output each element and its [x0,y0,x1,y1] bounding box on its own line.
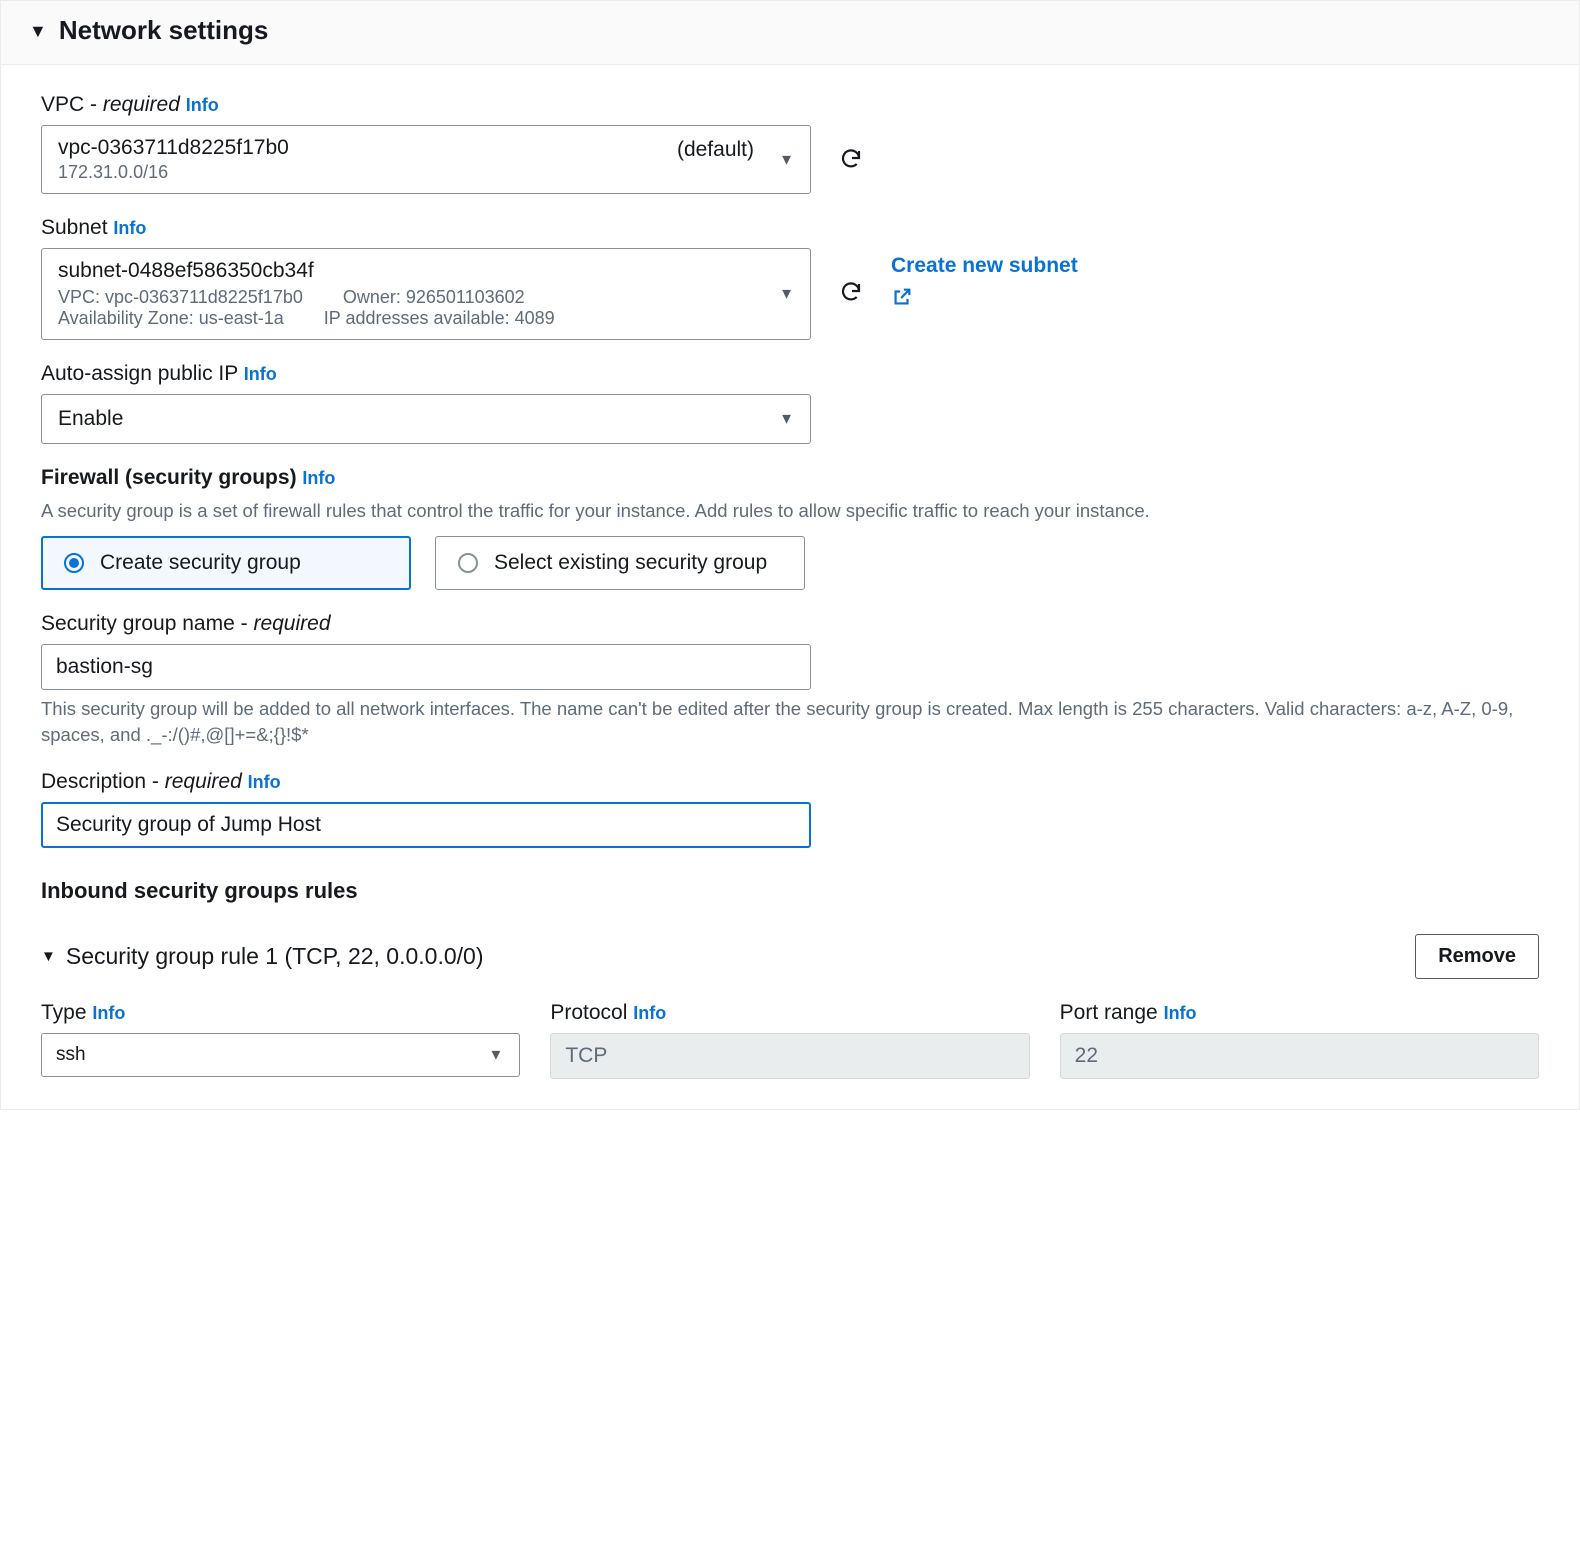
chevron-down-icon: ▼ [779,151,794,168]
radio-select-label: Select existing security group [494,551,767,575]
sg-name-label: Security group name [41,612,235,635]
rule-protocol-info-link[interactable]: Info [633,1003,666,1023]
sg-name-label-line: Security group name - required [41,612,1539,636]
subnet-value: subnet-0488ef586350cb34f [58,259,794,283]
rule-protocol-input: TCP [550,1033,1029,1079]
radio-select-sg[interactable]: Select existing security group [435,536,805,590]
required-text: required [103,93,180,116]
sg-desc-input[interactable] [41,802,811,848]
auto-ip-value: Enable [58,407,123,430]
panel-title: Network settings [59,15,269,46]
rule-protocol-field: Protocol Info TCP [550,1001,1029,1079]
auto-ip-label: Auto-assign public IP [41,362,238,385]
sg-radio-group: Create security group Select existing se… [41,536,1539,590]
rule-1-title: Security group rule 1 (TCP, 22, 0.0.0.0/… [66,943,484,970]
required-text: required [253,612,330,635]
subnet-info-link[interactable]: Info [113,218,146,238]
subnet-vpc-line: VPC: vpc-0363711d8225f17b0 [58,287,303,308]
create-subnet-link[interactable]: Create new subnet [891,254,1078,278]
auto-ip-field: Auto-assign public IP Info Enable ▼ [41,362,1539,444]
required-text: required [165,770,242,793]
sg-desc-label-line: Description - required Info [41,770,1539,794]
vpc-refresh-button[interactable] [835,143,867,175]
sg-name-help: This security group will be added to all… [41,696,1539,748]
firewall-field: Firewall (security groups) Info A securi… [41,466,1539,590]
vpc-default-tag: (default) [677,138,754,162]
panel-body: VPC - required Info vpc-0363711d8225f17b… [1,65,1579,1109]
rule-type-field: Type Info ssh ▼ [41,1001,520,1079]
subnet-label: Subnet [41,216,108,239]
external-link-icon [891,286,1078,314]
vpc-field: VPC - required Info vpc-0363711d8225f17b… [41,93,1539,194]
radio-icon [64,553,84,573]
vpc-cidr: 172.31.0.0/16 [58,162,794,183]
sg-desc-field: Description - required Info [41,770,1539,848]
rule-port-info-link[interactable]: Info [1164,1003,1197,1023]
remove-rule-button[interactable]: Remove [1415,934,1539,979]
subnet-refresh-button[interactable] [835,276,867,308]
radio-create-label: Create security group [100,551,301,575]
collapse-caret-icon: ▼ [29,22,47,40]
inbound-heading: Inbound security groups rules [41,878,1539,904]
rule-protocol-label: Protocol [550,1001,627,1024]
panel-header[interactable]: ▼ Network settings [1,1,1579,65]
refresh-icon [839,280,863,304]
rule-port-input: 22 [1060,1033,1539,1079]
subnet-select[interactable]: subnet-0488ef586350cb34f VPC: vpc-036371… [41,248,811,340]
chevron-down-icon: ▼ [779,286,794,303]
subnet-ips-line: IP addresses available: 4089 [324,308,555,329]
rule-type-select[interactable]: ssh ▼ [41,1033,520,1077]
auto-ip-select[interactable]: Enable ▼ [41,394,811,444]
rule-1-fields: Type Info ssh ▼ Protocol Info TCP Port r… [41,1001,1539,1079]
firewall-label-line: Firewall (security groups) Info [41,466,1539,490]
collapse-caret-icon[interactable]: ▼ [41,948,56,965]
sg-name-field: Security group name - required This secu… [41,612,1539,748]
firewall-help: A security group is a set of firewall ru… [41,498,1539,524]
rule-type-label: Type [41,1001,87,1024]
sg-name-input[interactable] [41,644,811,690]
vpc-label: VPC [41,93,84,116]
rule-port-field: Port range Info 22 [1060,1001,1539,1079]
auto-ip-info-link[interactable]: Info [244,364,277,384]
radio-create-sg[interactable]: Create security group [41,536,411,590]
firewall-info-link[interactable]: Info [302,468,335,488]
subnet-az-line: Availability Zone: us-east-1a [58,308,284,329]
subnet-label-line: Subnet Info [41,216,1539,240]
subnet-field: Subnet Info subnet-0488ef586350cb34f VPC… [41,216,1539,340]
subnet-owner-line: Owner: 926501103602 [343,287,525,308]
vpc-info-link[interactable]: Info [186,95,219,115]
rule-type-info-link[interactable]: Info [92,1003,125,1023]
vpc-label-line: VPC - required Info [41,93,1539,117]
radio-icon [458,553,478,573]
network-settings-panel: ▼ Network settings VPC - required Info v… [0,0,1580,1110]
rule-type-value: ssh [56,1044,86,1065]
auto-ip-label-line: Auto-assign public IP Info [41,362,1539,386]
create-subnet-block: Create new subnet [891,254,1078,314]
firewall-label: Firewall (security groups) [41,466,297,489]
vpc-select[interactable]: vpc-0363711d8225f17b0 172.31.0.0/16 (def… [41,125,811,194]
rule-port-label: Port range [1060,1001,1158,1024]
rule-1-header: ▼ Security group rule 1 (TCP, 22, 0.0.0.… [41,934,1539,979]
sg-desc-label: Description [41,770,146,793]
refresh-icon [839,147,863,171]
sg-desc-info-link[interactable]: Info [248,772,281,792]
chevron-down-icon: ▼ [779,411,794,428]
chevron-down-icon: ▼ [488,1046,503,1063]
